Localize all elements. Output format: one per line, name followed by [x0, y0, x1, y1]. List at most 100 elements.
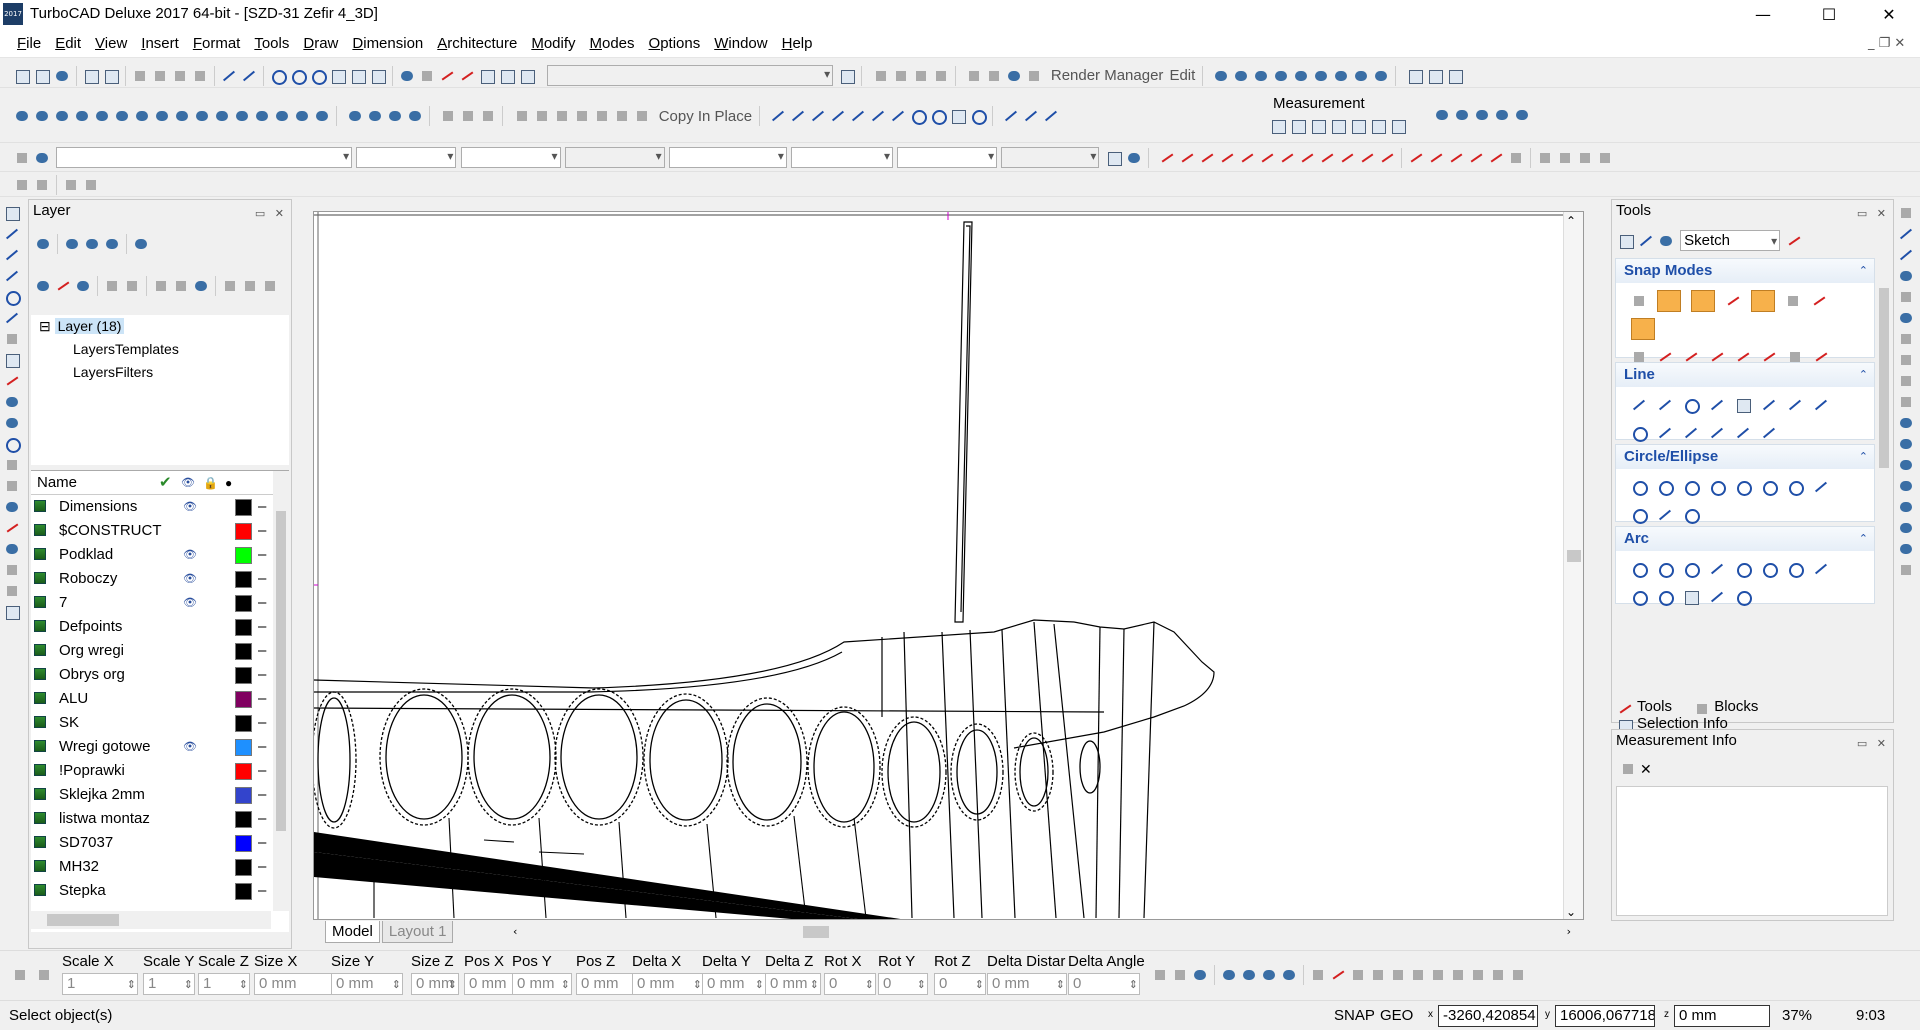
slab-icon[interactable]	[234, 108, 250, 124]
measure-4-icon[interactable]	[1330, 118, 1346, 135]
column-visible-icon[interactable]: 👁	[181, 471, 195, 495]
menu-modes[interactable]: Modes	[583, 30, 642, 58]
arc-half-icon[interactable]	[1657, 589, 1674, 607]
curve-tool-icon[interactable]	[4, 310, 20, 326]
modify-9-icon[interactable]	[1319, 150, 1335, 166]
menu-window[interactable]: Window	[707, 30, 774, 58]
print-icon[interactable]	[83, 68, 99, 84]
insp-9-icon[interactable]	[1330, 967, 1346, 983]
modify-1-icon[interactable]	[1159, 150, 1175, 166]
pointer-icon[interactable]	[1618, 233, 1634, 249]
layer-row[interactable]: Sklejka 2mm –	[31, 783, 289, 807]
right-8-icon[interactable]	[1898, 352, 1914, 368]
dim-horizontal-icon[interactable]	[790, 108, 806, 124]
ellipse-fixed-icon[interactable]	[1683, 507, 1700, 525]
menu-modify[interactable]: Modify	[524, 30, 582, 58]
view-back-icon[interactable]	[1253, 68, 1269, 84]
new-file-icon[interactable]	[14, 68, 30, 84]
leader-2-icon[interactable]	[1023, 108, 1039, 124]
color-combo[interactable]	[356, 147, 457, 168]
geo-indicator[interactable]: GEO	[1380, 1007, 1413, 1024]
view-top-icon[interactable]	[1213, 68, 1229, 84]
snap-center-icon[interactable]	[1751, 290, 1775, 313]
text-tool-icon[interactable]	[4, 352, 20, 368]
view-iso2-icon[interactable]	[1353, 68, 1369, 84]
ellipse-icon[interactable]	[1631, 507, 1648, 525]
measurement-table-icon[interactable]	[1620, 761, 1636, 777]
layer-color-swatch[interactable]	[235, 499, 252, 516]
circle-2pt-icon[interactable]	[1683, 479, 1700, 497]
layer-row[interactable]: MH32 –	[31, 855, 289, 879]
snap-vertex-icon[interactable]	[1657, 290, 1681, 313]
canvas-hscroll[interactable]: ‹ ›	[513, 925, 1573, 939]
frame-icon[interactable]	[893, 68, 909, 84]
layer-tool-2-icon[interactable]	[1427, 68, 1443, 84]
arc-center-icon[interactable]	[1631, 561, 1648, 579]
tag-icon[interactable]	[913, 68, 929, 84]
right-17-icon[interactable]	[1898, 541, 1914, 557]
modify-22-icon[interactable]	[1597, 150, 1613, 166]
copy-in-place-label[interactable]: Copy In Place	[659, 108, 752, 125]
measure-5-icon[interactable]	[1350, 118, 1366, 135]
insp-10-icon[interactable]	[1350, 967, 1366, 983]
tab-blocks[interactable]: Blocks	[1692, 698, 1766, 715]
canvas-vscroll[interactable]: ⌃ ⌄	[1563, 212, 1583, 919]
insp-12-icon[interactable]	[1390, 967, 1406, 983]
inspector-field-input[interactable]: 0 mm	[411, 973, 459, 995]
right-16-icon[interactable]	[1898, 520, 1914, 536]
layer-row[interactable]: ALU –	[31, 687, 289, 711]
layer-unlock-icon[interactable]	[242, 278, 258, 294]
boolean-3-icon[interactable]	[480, 108, 496, 124]
circle-3pt-icon[interactable]	[1709, 479, 1726, 497]
layer-row[interactable]: Roboczy 👁 –	[31, 567, 289, 591]
render-quality-icon[interactable]	[1026, 68, 1042, 84]
insp-18-icon[interactable]	[1510, 967, 1526, 983]
render-wire-icon[interactable]	[966, 68, 982, 84]
arc-multi-icon[interactable]	[1813, 561, 1829, 577]
paste-icon[interactable]	[172, 68, 188, 84]
pattern-combo[interactable]	[791, 147, 894, 168]
right-14-icon[interactable]	[1898, 478, 1914, 494]
circle-tan2-icon[interactable]	[1761, 479, 1778, 497]
right-13-icon[interactable]	[1898, 457, 1914, 473]
dim-arc-icon[interactable]	[930, 108, 948, 125]
move-2-icon[interactable]	[1454, 107, 1470, 123]
layer-color-swatch[interactable]	[235, 811, 252, 828]
right-15-icon[interactable]	[1898, 499, 1914, 515]
wedge-icon[interactable]	[114, 108, 130, 124]
dim-tool-icon[interactable]	[4, 331, 20, 347]
modify-2-icon[interactable]	[1179, 150, 1195, 166]
zoom-level[interactable]: 37%	[1782, 1007, 1812, 1024]
right-6-icon[interactable]	[1898, 310, 1914, 326]
shell-icon[interactable]	[214, 108, 230, 124]
measure-2-icon[interactable]	[1290, 118, 1306, 135]
view-left-icon[interactable]	[1273, 68, 1289, 84]
modify-8-icon[interactable]	[1299, 150, 1315, 166]
modify-18-icon[interactable]	[1508, 150, 1524, 166]
right-9-icon[interactable]	[1898, 373, 1914, 389]
layer-merge-icon[interactable]	[104, 236, 120, 252]
layer-row[interactable]: Org wregi –	[31, 639, 289, 663]
revolve-icon[interactable]	[154, 108, 170, 124]
line-tool-icon[interactable]	[4, 268, 20, 284]
close-button[interactable]: ✕	[1866, 0, 1912, 30]
line-single-icon[interactable]	[1631, 397, 1647, 413]
visible-eye-icon[interactable]: 👁	[183, 735, 197, 759]
layer-color-swatch[interactable]	[235, 643, 252, 660]
copy-icon[interactable]	[152, 68, 168, 84]
layer-row[interactable]: SK –	[31, 711, 289, 735]
insp-8-icon[interactable]	[1310, 967, 1326, 983]
modify-3-icon[interactable]	[1199, 150, 1215, 166]
inspector-field-input[interactable]: 0 mm	[987, 973, 1067, 995]
right-5-icon[interactable]	[1898, 289, 1914, 305]
modify-10-icon[interactable]	[1339, 150, 1355, 166]
snap-nearest-icon[interactable]	[1725, 293, 1741, 309]
align-icon[interactable]	[1494, 107, 1510, 123]
column-lock-icon[interactable]: 🔒	[203, 471, 218, 495]
arc-curve-icon[interactable]	[1735, 589, 1752, 607]
menu-edit[interactable]: Edit	[48, 30, 88, 58]
circle-concentric-icon[interactable]	[1657, 479, 1674, 497]
line-triangle-icon[interactable]	[1709, 397, 1725, 413]
snap-intersection-icon[interactable]	[1631, 318, 1655, 341]
layer-color-swatch[interactable]	[235, 883, 252, 900]
